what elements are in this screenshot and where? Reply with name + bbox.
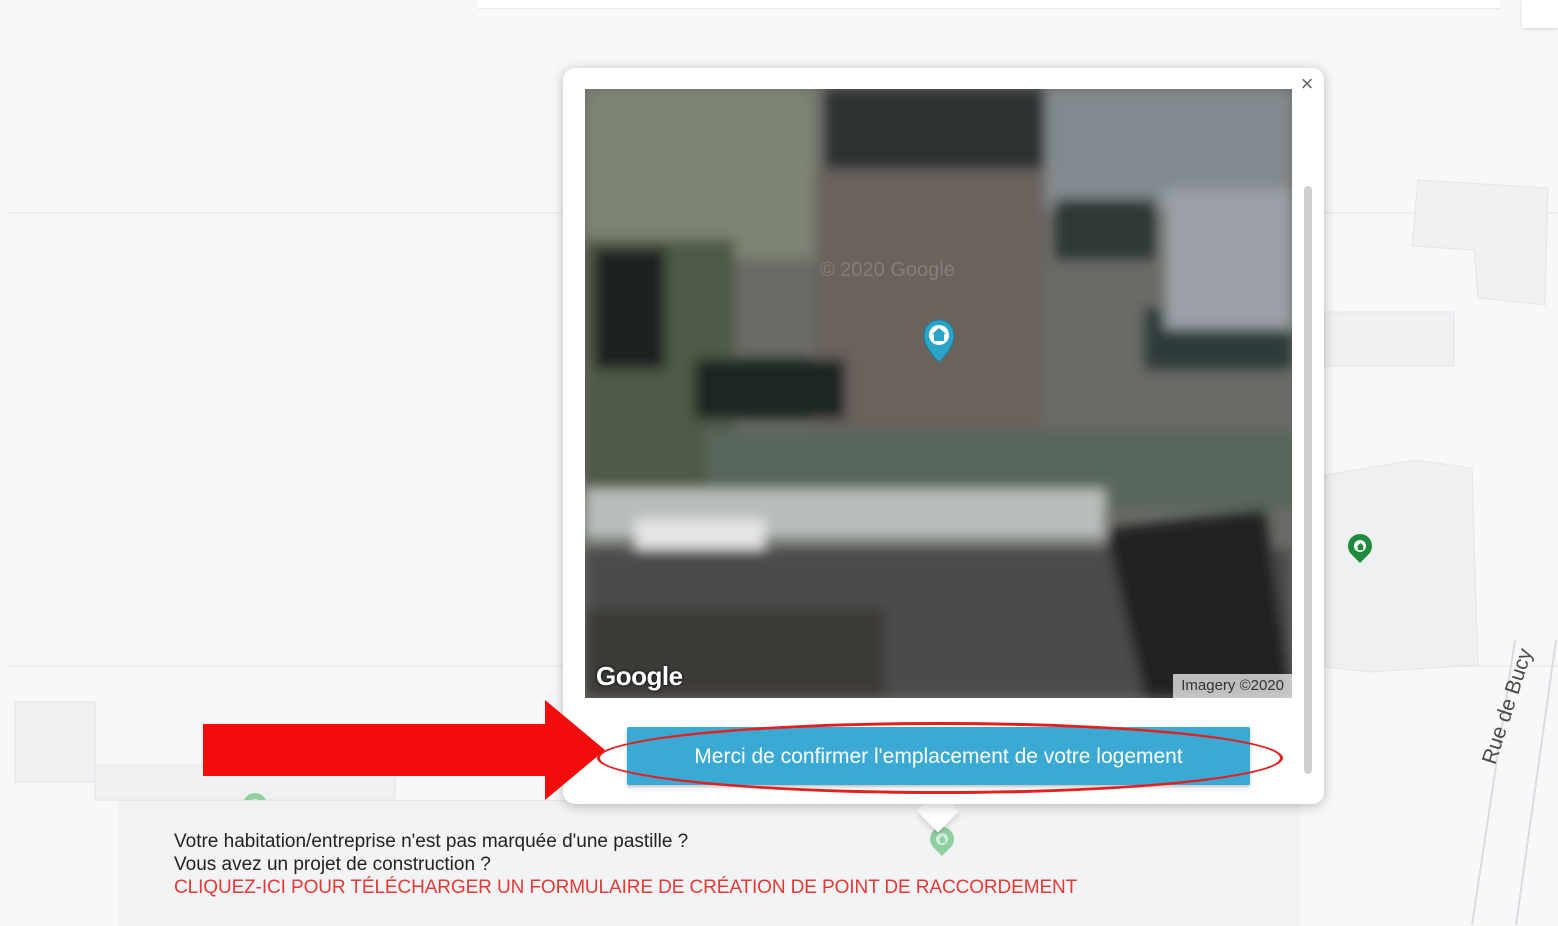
house-icon [1354,540,1366,552]
info-text-unmarked: Votre habitation/entreprise n'est pas ma… [174,831,689,852]
location-popup: × © 2020 Google Google Imagery ©2020 Mer… [563,68,1324,804]
google-logo: Google [596,661,683,691]
info-text-construction: Vous avez un projet de construction ? [174,854,491,875]
missing-address-info: Votre habitation/entreprise n'est pas ma… [118,800,1300,926]
download-form-link[interactable]: CLIQUEZ-ICI POUR TÉLÉCHARGER UN FORMULAI… [174,877,1077,899]
satellite-photo [585,89,1292,698]
red-arrow-annotation [203,700,605,800]
close-icon[interactable]: × [1297,73,1317,95]
popup-scrollbar[interactable] [1304,186,1312,774]
satellite-imagery[interactable]: © 2020 Google Google Imagery ©2020 [585,89,1292,698]
imagery-credit: Imagery ©2020 [1173,674,1292,698]
confirm-location-button[interactable]: Merci de confirmer l'emplacement de votr… [627,727,1250,785]
house-icon [936,833,948,845]
map-watermark: © 2020 Google [820,259,955,281]
house-pin-icon [923,319,955,363]
